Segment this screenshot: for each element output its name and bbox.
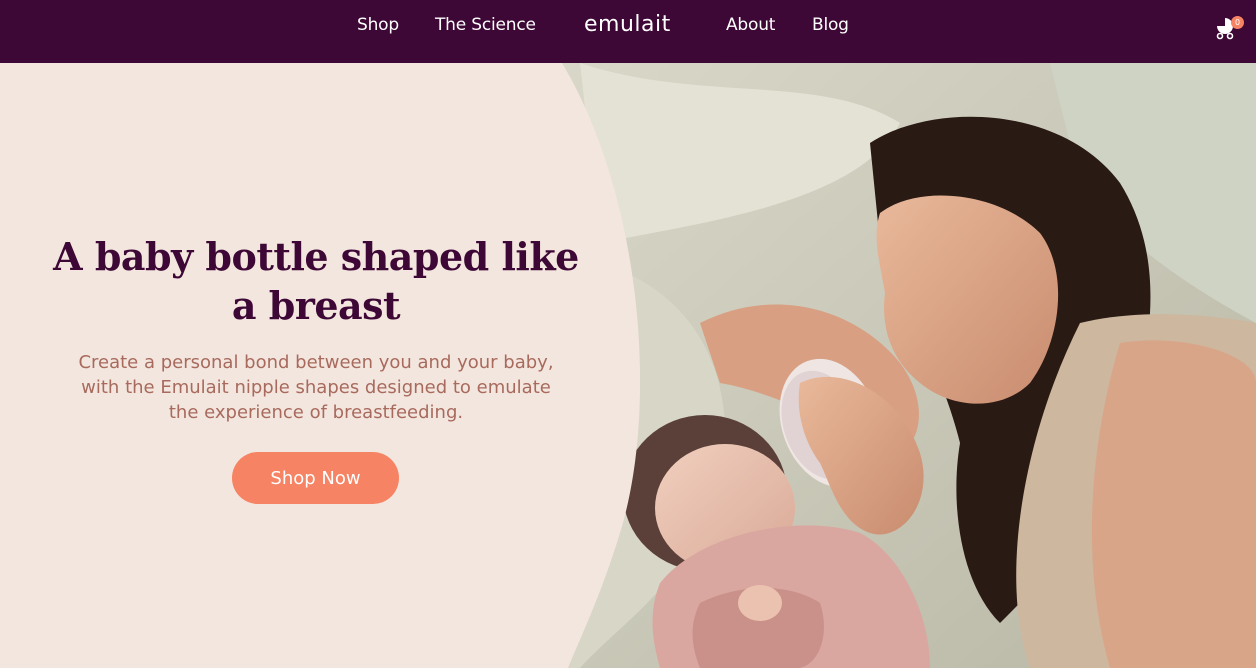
nav-link-shop[interactable]: Shop bbox=[357, 15, 399, 35]
nav-link-the-science[interactable]: The Science bbox=[435, 15, 536, 35]
cart-button[interactable]: 0 bbox=[1213, 14, 1247, 44]
nav-link-about[interactable]: About bbox=[726, 15, 775, 35]
top-nav-bar: Shop The Science emulait About Blog 0 bbox=[0, 0, 1256, 63]
cart-count-badge: 0 bbox=[1231, 16, 1244, 29]
hero-subtext: Create a personal bond between you and y… bbox=[78, 352, 554, 423]
hero-headline: A baby bottle shaped like a breast bbox=[53, 234, 579, 328]
nav-link-blog[interactable]: Blog bbox=[812, 15, 849, 35]
shop-now-button[interactable]: Shop Now bbox=[232, 452, 399, 504]
brand-logo[interactable]: emulait bbox=[584, 12, 671, 37]
